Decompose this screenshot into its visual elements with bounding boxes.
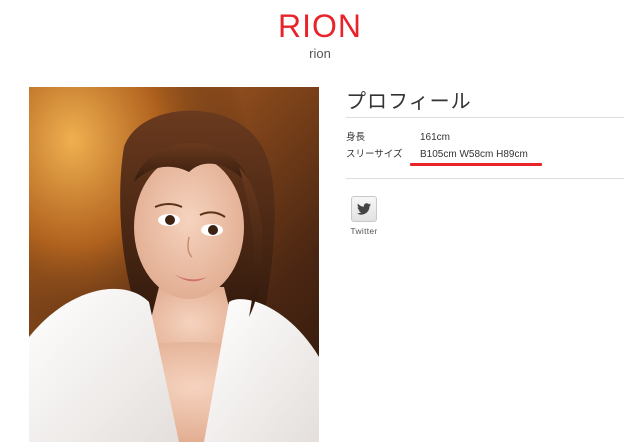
height-value: 161cm — [420, 132, 451, 143]
actress-name: RION — [278, 8, 362, 44]
divider — [346, 178, 624, 179]
twitter-icon[interactable] — [351, 196, 377, 222]
height-label: 身長 — [346, 132, 366, 143]
twitter-share-button[interactable]: Twitter — [346, 196, 382, 236]
twitter-label[interactable]: Twitter — [346, 226, 382, 236]
profile-heading: プロフィール — [346, 89, 472, 113]
profile-photo — [29, 87, 319, 442]
divider — [346, 117, 624, 118]
measurements-value: B105cm W58cm H89cm — [420, 149, 528, 160]
highlight-underline — [410, 163, 542, 166]
actress-name-romaji: rion — [309, 46, 331, 61]
measurements-label: スリーサイズ — [346, 149, 403, 160]
